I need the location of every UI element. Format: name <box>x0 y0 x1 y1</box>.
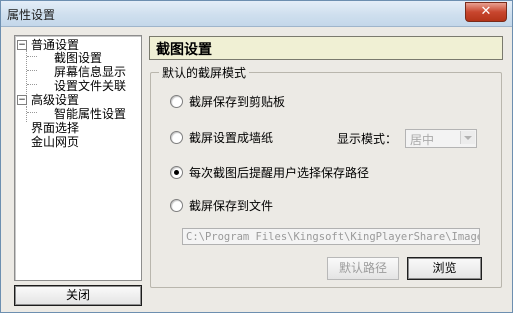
properties-dialog: 属性设置 ✕ − 普通设置 截图设置 屏幕信息显示 设置文件关联 − 高级设置 <box>0 0 513 313</box>
settings-tree: − 普通设置 截图设置 屏幕信息显示 设置文件关联 − 高级设置 智能属性设置 … <box>14 35 142 281</box>
display-mode-value: 居中 <box>410 133 435 147</box>
option-ask-save-path[interactable]: 每次截图后提醒用户选择保存路径 <box>170 165 369 181</box>
default-path-button[interactable]: 默认路径 <box>327 257 399 280</box>
chevron-down-icon[interactable] <box>460 131 475 144</box>
radio-button[interactable] <box>170 166 183 179</box>
tree-connector <box>27 84 37 85</box>
tree-item-label: 高级设置 <box>31 93 80 107</box>
tree-connector <box>27 70 37 71</box>
tree-item-label: 设置文件关联 <box>54 79 127 93</box>
tree-item-label: 屏幕信息显示 <box>54 65 127 79</box>
tree-item-label: 普通设置 <box>31 38 80 52</box>
tree-item-label: 金山网页 <box>31 135 80 149</box>
display-mode-label: 显示模式： <box>337 132 398 146</box>
display-mode-select[interactable]: 居中 <box>405 129 477 148</box>
radio-button[interactable] <box>170 199 183 212</box>
tree-connector <box>27 56 37 57</box>
window-close-button[interactable]: ✕ <box>465 2 507 22</box>
browse-button[interactable]: 浏览 <box>407 257 482 280</box>
window-title: 属性设置 <box>7 8 56 22</box>
tree-item-interface-selection[interactable]: 界面选择 <box>31 121 79 135</box>
section-header: 截图设置 <box>149 36 503 60</box>
tree-item-file-association[interactable]: 设置文件关联 <box>54 79 126 93</box>
tree-item-kingsoft-web[interactable]: 金山网页 <box>31 135 79 149</box>
tree-connector <box>27 112 37 113</box>
option-set-as-wallpaper[interactable]: 截屏设置成墙纸 <box>170 130 273 146</box>
tree-item-label: 界面选择 <box>31 121 80 135</box>
option-label: 截屏保存到文件 <box>189 199 274 213</box>
title-bar: 属性设置 ✕ <box>1 1 512 27</box>
option-save-to-clipboard[interactable]: 截屏保存到剪贴板 <box>170 94 285 110</box>
tree-item-label: 截图设置 <box>54 51 103 65</box>
radio-button[interactable] <box>170 131 183 144</box>
option-label: 每次截图后提醒用户选择保存路径 <box>189 166 370 180</box>
collapse-icon[interactable]: − <box>17 40 27 50</box>
tree-connector <box>26 106 27 122</box>
tree-item-label: 智能属性设置 <box>54 107 127 121</box>
save-path-field[interactable]: C:\Program Files\Kingsoft\KingPlayerShar… <box>182 228 480 245</box>
option-save-to-file[interactable]: 截屏保存到文件 <box>170 198 273 214</box>
tree-item-screenshot-settings[interactable]: 截图设置 <box>54 51 102 65</box>
close-button[interactable]: 关闭 <box>14 285 142 306</box>
tree-item-smart-properties[interactable]: 智能属性设置 <box>54 107 126 121</box>
collapse-icon[interactable]: − <box>17 95 27 105</box>
tree-item-screen-info-display[interactable]: 屏幕信息显示 <box>54 65 126 79</box>
group-title: 默认的截屏模式 <box>159 64 250 81</box>
option-label: 截屏保存到剪贴板 <box>189 95 286 109</box>
radio-button[interactable] <box>170 95 183 108</box>
option-label: 截屏设置成墙纸 <box>189 131 274 145</box>
section-title: 截图设置 <box>156 42 212 58</box>
close-icon: ✕ <box>480 4 492 19</box>
